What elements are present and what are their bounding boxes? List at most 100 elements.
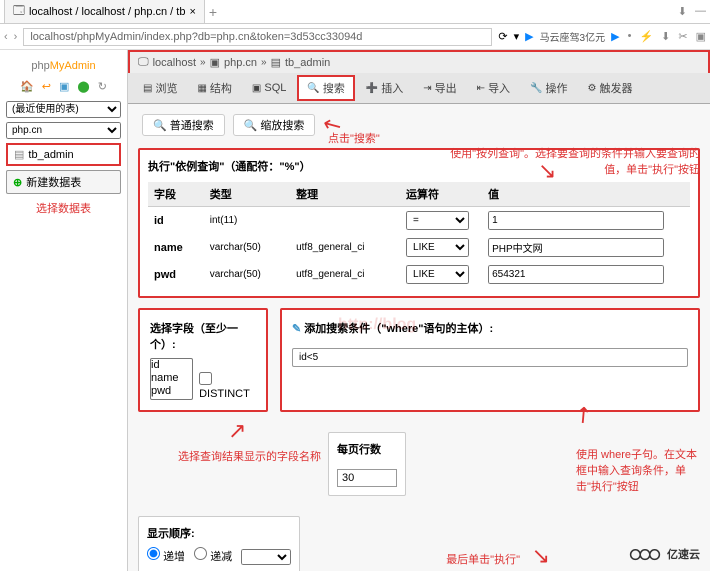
select-fields-title: 选择字段（至少一个）:	[150, 320, 256, 352]
breadcrumb-db[interactable]: php.cn	[224, 57, 257, 69]
forward-icon[interactable]: ›	[14, 31, 18, 43]
sidebar-table-item[interactable]: ▤ tb_admin	[6, 143, 121, 166]
inspect-icon[interactable]: ▣	[696, 30, 706, 43]
anno-search-tab: 点击"搜索"	[328, 130, 380, 146]
dropdown-icon[interactable]: ▾	[514, 30, 520, 43]
where-input[interactable]	[292, 348, 688, 367]
database-select[interactable]: php.cn	[6, 122, 121, 139]
col-type: 类型	[204, 182, 290, 207]
new-table-button[interactable]: ⊕ 新建数据表	[6, 170, 121, 194]
flash-icon[interactable]: ⚡	[639, 30, 653, 43]
zoom-icon: 🔍	[244, 119, 258, 132]
criteria-row: pwd varchar(50) utf8_general_ci LIKE	[148, 261, 690, 288]
col-operator: 运算符	[400, 182, 482, 207]
arrow-go-btn: ↘	[532, 543, 550, 569]
sql-icon[interactable]: ▣	[59, 80, 69, 93]
fields-multiselect[interactable]: id name pwd	[150, 358, 193, 400]
breadcrumb: 🖵 localhost » ▣ php.cn » ▤ tb_admin	[128, 50, 710, 73]
media-dots-icon[interactable]: •	[628, 30, 632, 43]
anno-select-fields: 选择查询结果显示的字段名称	[178, 448, 321, 464]
export-icon: ⇥	[423, 83, 431, 94]
tab-browse[interactable]: ▤浏览	[134, 75, 186, 101]
docs-icon[interactable]: ⬤	[77, 80, 89, 93]
operator-select[interactable]: LIKE	[406, 265, 469, 284]
rows-per-page-box: 每页行数	[328, 432, 406, 496]
col-field: 字段	[148, 182, 204, 207]
order-title: 显示顺序:	[147, 525, 291, 541]
recent-tables-select[interactable]: (最近使用的表)	[6, 101, 121, 118]
play-icon[interactable]: ▶	[525, 30, 533, 43]
arrow-select-fields: ↗	[228, 418, 246, 444]
screenshot-icon[interactable]: ✂	[678, 30, 687, 43]
footer-brand: 亿速云	[627, 545, 700, 563]
operator-select[interactable]: =	[406, 211, 469, 230]
home-icon[interactable]: 🏠	[20, 80, 34, 93]
url-text: localhost/phpMyAdmin/index.php?db=php.cn…	[30, 31, 362, 43]
order-field-select[interactable]	[241, 549, 291, 565]
reload-icon[interactable]: ↻	[98, 80, 107, 93]
browse-icon: ▤	[143, 83, 152, 94]
bookmark-text[interactable]: 马云座驾3亿元	[540, 29, 606, 44]
tab-icon: 🗔	[13, 2, 25, 21]
order-asc-radio[interactable]	[147, 547, 160, 560]
plus-icon: ⊕	[13, 176, 22, 189]
breadcrumb-table[interactable]: tb_admin	[285, 57, 330, 69]
back-icon[interactable]: ‹	[4, 31, 8, 43]
logout-icon[interactable]: ↩	[42, 80, 51, 93]
window-min-icon[interactable]: —	[695, 5, 706, 18]
tab-search[interactable]: 🔍搜索	[297, 75, 354, 101]
rows-title: 每页行数	[337, 441, 397, 457]
sidebar-table-label: tb_admin	[28, 149, 73, 161]
subtab-zoom-search[interactable]: 🔍缩放搜索	[233, 114, 316, 136]
tab-structure[interactable]: ▦结构	[188, 75, 240, 101]
value-input[interactable]	[488, 211, 664, 230]
watermark: http://blog	[338, 316, 416, 334]
new-tab-button[interactable]: +	[209, 4, 217, 20]
value-input[interactable]	[488, 238, 664, 257]
triggers-icon: ⚙	[588, 83, 597, 94]
table-icon: ▤	[14, 148, 24, 161]
refresh-icon[interactable]: ⟳	[498, 30, 507, 43]
select-fields-box: 选择字段（至少一个）: id name pwd DISTINCT	[138, 308, 268, 412]
col-collation: 整理	[290, 182, 400, 207]
url-input[interactable]: localhost/phpMyAdmin/index.php?db=php.cn…	[23, 28, 492, 46]
anno-query-panel: 使用"按列查询"。选择要查询的条件并输入要查询的值，单击"执行"按钮	[450, 145, 700, 177]
tab-insert[interactable]: ➕插入	[357, 75, 412, 101]
tab-operations[interactable]: 🔧操作	[521, 75, 576, 101]
criteria-table: 字段 类型 整理 运算符 值 id int(11) = name varchar…	[148, 182, 690, 288]
distinct-checkbox[interactable]	[199, 372, 212, 385]
tab-export[interactable]: ⇥导出	[414, 75, 465, 101]
tab-title: localhost / localhost / php.cn / tb	[29, 6, 186, 18]
media-play-icon[interactable]: ▶	[611, 30, 619, 43]
value-input[interactable]	[488, 265, 664, 284]
structure-icon: ▦	[197, 83, 206, 94]
criteria-row: name varchar(50) utf8_general_ci LIKE	[148, 234, 690, 261]
breadcrumb-host[interactable]: localhost	[153, 57, 196, 69]
anno-go-btn: 最后单击"执行"	[446, 551, 520, 567]
subtab-normal-search[interactable]: 🔍普通搜索	[142, 114, 225, 136]
cloud-logo-icon	[627, 545, 663, 563]
insert-icon: ➕	[366, 83, 378, 94]
tab-sql[interactable]: ▣SQL	[243, 75, 295, 101]
ops-icon: 🔧	[530, 83, 542, 94]
download-icon[interactable]: ⬇	[678, 5, 687, 18]
tab-triggers[interactable]: ⚙触发器	[579, 75, 642, 101]
browser-tab[interactable]: 🗔 localhost / localhost / php.cn / tb ×	[4, 0, 205, 24]
anno-where: 使用 where子句。在文本框中输入查询条件，单击"执行"按钮	[576, 446, 706, 494]
col-value: 值	[482, 182, 690, 207]
sidebar-annotation: 选择数据表	[36, 200, 91, 216]
search-icon2: 🔍	[153, 119, 167, 132]
criteria-row: id int(11) =	[148, 207, 690, 235]
tab-import[interactable]: ⇤导入	[468, 75, 519, 101]
order-box: 显示顺序: 递增 递减	[138, 516, 300, 571]
rows-input[interactable]	[337, 469, 397, 487]
tab-close-icon[interactable]: ×	[189, 6, 195, 18]
search-icon: 🔍	[307, 83, 319, 94]
pencil-icon: ✎	[292, 323, 301, 335]
order-desc-radio[interactable]	[194, 547, 207, 560]
server-icon: 🖵	[138, 56, 149, 69]
phpmyadmin-logo: phpMyAdmin	[31, 56, 95, 72]
table-icon2: ▤	[271, 56, 281, 69]
operator-select[interactable]: LIKE	[406, 238, 469, 257]
download2-icon[interactable]: ⬇	[661, 30, 670, 43]
